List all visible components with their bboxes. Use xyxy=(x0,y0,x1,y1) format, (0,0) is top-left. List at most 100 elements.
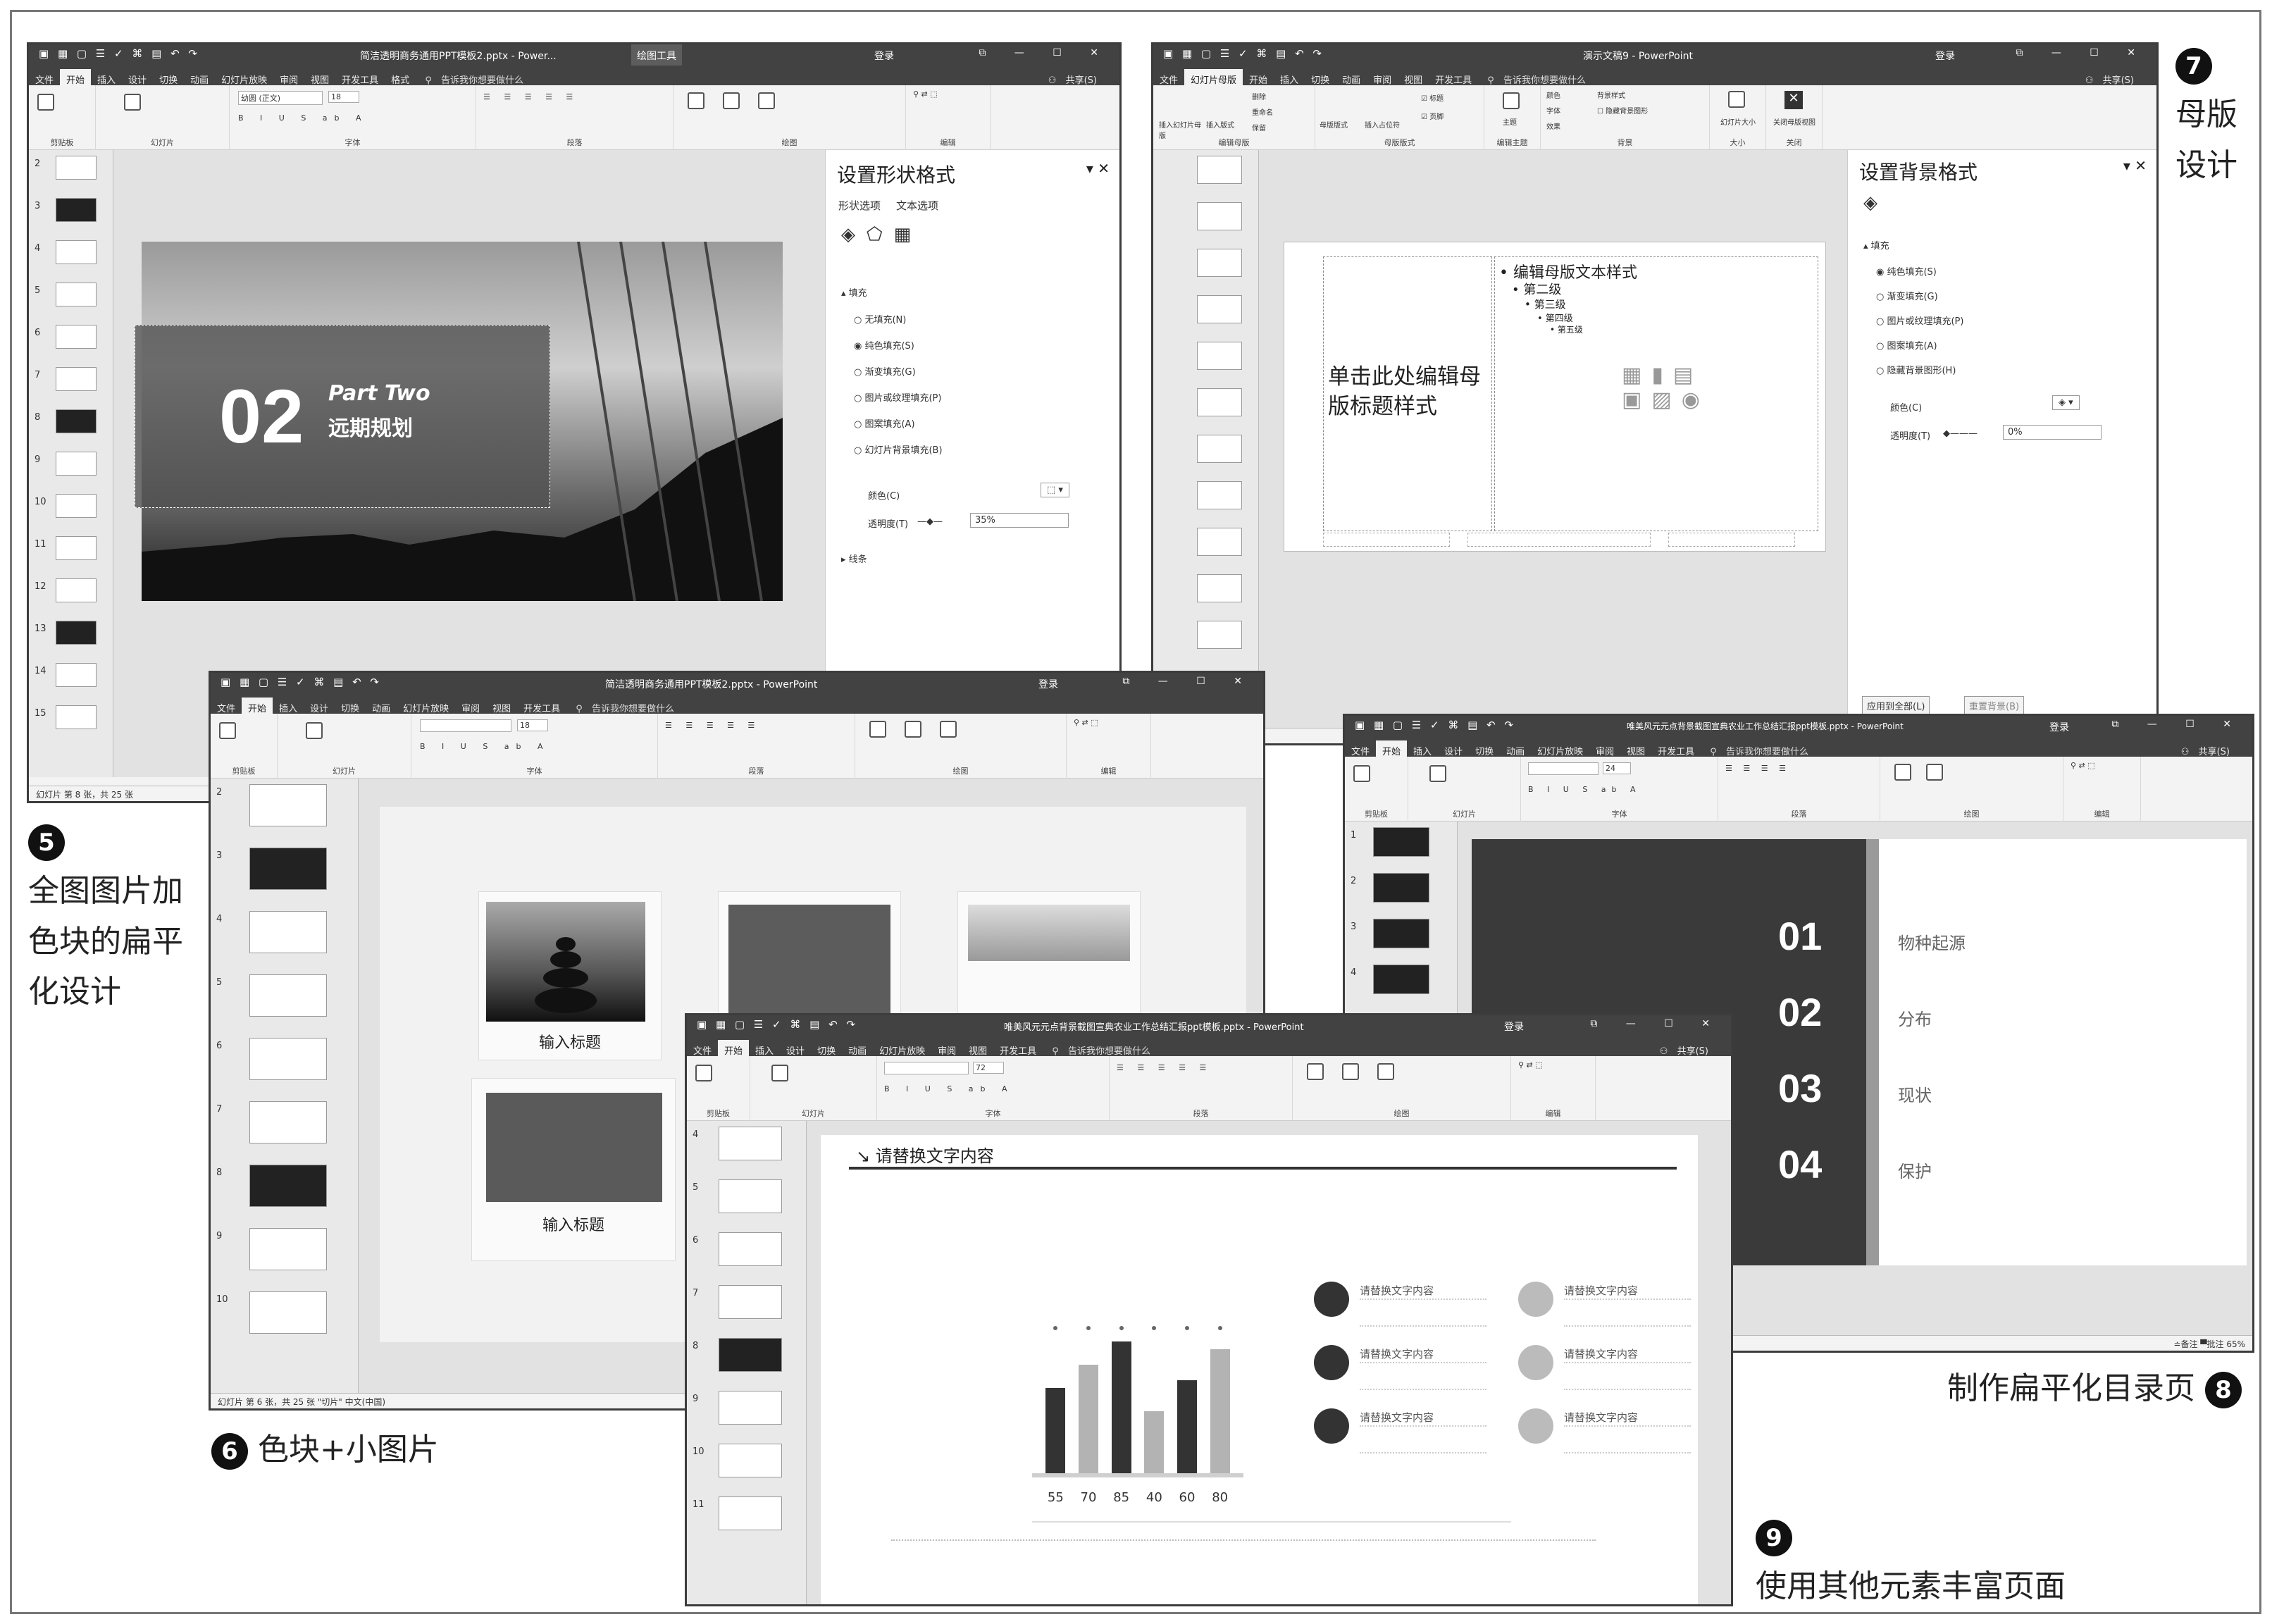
colors-button[interactable]: 颜色 xyxy=(1546,89,1560,100)
login-link[interactable]: 登录 xyxy=(1504,1019,1524,1034)
quick-styles-icon[interactable] xyxy=(758,92,775,109)
slide-thumbnail[interactable] xyxy=(249,848,327,890)
slide-thumbnail[interactable] xyxy=(1373,827,1429,857)
slide-thumbnail[interactable] xyxy=(719,1179,782,1213)
background-styles-button[interactable]: 背景样式 xyxy=(1597,89,1625,100)
line-section[interactable]: ▸ 线条 xyxy=(841,552,867,565)
slide-thumbnail[interactable] xyxy=(249,1101,327,1143)
font-size-box[interactable]: 24 xyxy=(1603,762,1631,774)
new-slide-icon[interactable] xyxy=(306,722,323,739)
paste-icon[interactable] xyxy=(695,1065,712,1081)
slide-thumbnail[interactable] xyxy=(249,1291,327,1334)
layout-thumbnail[interactable] xyxy=(1197,621,1242,649)
font-format-buttons[interactable]: B I U S ab A xyxy=(884,1084,1014,1093)
hide-bg-graphics-checkbox[interactable]: ☐ 隐藏背景图形 xyxy=(1597,105,1648,116)
fill-option[interactable]: ○ 图片或纹理填充(P) xyxy=(854,390,941,404)
paragraph-buttons[interactable]: ☰ ☰ ☰ ☰ ☰ xyxy=(483,92,578,101)
transparency-input[interactable]: 0% xyxy=(2003,425,2102,440)
window-controls[interactable]: ⧉ — ☐ ✕ xyxy=(2016,47,2148,58)
fill-icon[interactable]: ◈ xyxy=(1863,192,1877,213)
apply-all-button[interactable]: 应用到全部(L) xyxy=(1862,696,1930,715)
fill-section[interactable]: ▴ 填充 xyxy=(1863,238,1889,252)
slide-size-button[interactable]: 幻灯片大小 xyxy=(1715,116,1761,127)
window-controls[interactable]: ⧉ — ☐ ✕ xyxy=(979,47,1111,58)
paragraph-buttons[interactable]: ☰ ☰ ☰ ☰ ☰ xyxy=(665,721,760,730)
find-replace-select[interactable]: ⚲ ⇄ ⬚ xyxy=(1074,718,1098,727)
arrange-icon[interactable] xyxy=(1342,1063,1359,1080)
transparency-slider[interactable]: ◆——— xyxy=(1943,428,1978,439)
font-size-box[interactable]: 72 xyxy=(973,1062,1004,1074)
date-placeholder[interactable] xyxy=(1323,533,1450,547)
slide-thumbnail[interactable] xyxy=(56,367,97,391)
new-slide-icon[interactable] xyxy=(771,1065,788,1081)
slide-thumbnail[interactable] xyxy=(56,240,97,264)
fill-option[interactable]: ○ 隐藏背景图形(H) xyxy=(1876,363,1956,376)
theme-icon[interactable] xyxy=(1503,92,1520,109)
layout-thumbnail[interactable] xyxy=(1197,388,1242,416)
image-card[interactable] xyxy=(957,891,1141,1032)
find-replace-select[interactable]: ⚲ ⇄ ⬚ xyxy=(1518,1060,1543,1070)
rename-button[interactable]: 重命名 xyxy=(1252,106,1273,117)
layout-thumbnail[interactable] xyxy=(1197,342,1242,370)
reset-background-button[interactable]: 重置背景(B) xyxy=(1964,696,2025,715)
fill-option[interactable]: ○ 图案填充(A) xyxy=(1876,338,1937,352)
window-controls[interactable]: ⧉ — ☐ ✕ xyxy=(2111,719,2244,730)
slide-thumbnail[interactable] xyxy=(56,621,97,645)
slide-thumbnail[interactable] xyxy=(56,198,97,222)
layout-thumbnail[interactable] xyxy=(1197,435,1242,463)
slide-thumbnail[interactable] xyxy=(56,663,97,687)
slide-size-icon[interactable] xyxy=(1728,91,1745,108)
content-placeholder[interactable]: • 编辑母版文本样式 • 第二级 • 第三级 • 第四级 • 第五级 ▦▮▤ ▣▨… xyxy=(1494,256,1818,531)
slide-thumbnail[interactable] xyxy=(719,1285,782,1319)
image-card[interactable]: 输入标题 xyxy=(471,1078,676,1261)
close-master-button[interactable]: 关闭母版视图 xyxy=(1772,116,1817,127)
login-link[interactable]: 登录 xyxy=(1038,677,1058,691)
slide-thumbnail[interactable] xyxy=(719,1391,782,1425)
shapes-icon[interactable] xyxy=(688,92,704,109)
effects-button[interactable]: 效果 xyxy=(1546,120,1560,131)
title-placeholder[interactable]: 单击此处编辑母版标题样式 xyxy=(1323,256,1492,531)
slide-thumbnail[interactable] xyxy=(1373,919,1429,948)
layout-thumbnail[interactable] xyxy=(1197,156,1242,184)
slide-thumbnail[interactable] xyxy=(249,1228,327,1270)
fill-option[interactable]: ○ 渐变填充(G) xyxy=(1876,289,1938,302)
image-card[interactable]: 输入标题 xyxy=(478,891,662,1060)
arrange-icon[interactable] xyxy=(723,92,740,109)
find-replace-select[interactable]: ⚲ ⇄ ⬚ xyxy=(913,89,938,99)
slide-thumbnail[interactable] xyxy=(249,911,327,953)
paragraph-buttons[interactable]: ☰ ☰ ☰ ☰ xyxy=(1725,764,1790,773)
footer-placeholder[interactable] xyxy=(1467,533,1651,547)
find-replace-select[interactable]: ⚲ ⇄ ⬚ xyxy=(2071,761,2095,770)
layout-thumbnail[interactable] xyxy=(1197,528,1242,556)
slide-thumbnail[interactable] xyxy=(56,409,97,433)
close-master-icon[interactable]: ✕ xyxy=(1784,91,1803,109)
slide-number-placeholder[interactable] xyxy=(1668,533,1795,547)
slide-thumbnail[interactable] xyxy=(56,494,97,518)
slide-thumbnail[interactable] xyxy=(719,1496,782,1530)
quick-access-toolbar[interactable]: ▣ ▦ ▢ ☰ ✓ ⌘ ▤ ↶ ↷ xyxy=(39,47,200,60)
slide-thumbnail[interactable] xyxy=(56,325,97,349)
insert-content-icons[interactable]: ▦▮▤ ▣▨◉ xyxy=(1622,363,1710,412)
slide-thumbnail[interactable] xyxy=(56,536,97,560)
font-name-box[interactable]: 幼圆 (正文) xyxy=(238,91,323,105)
slide-thumbnail[interactable] xyxy=(719,1338,782,1372)
new-slide-icon[interactable] xyxy=(1429,765,1446,782)
quick-access-toolbar[interactable]: ▣ ▦ ▢ ☰ ✓ ⌘ ▤ ↶ ↷ xyxy=(1355,719,1516,731)
slide-thumbnail[interactable] xyxy=(249,1165,327,1207)
slide-thumbnail[interactable] xyxy=(1373,873,1429,903)
login-link[interactable]: 登录 xyxy=(874,49,894,63)
theme-button[interactable]: 主题 xyxy=(1503,116,1517,127)
slide-thumbnail[interactable] xyxy=(1373,965,1429,994)
tab-text-options[interactable]: 文本选项 xyxy=(896,198,938,213)
font-size-box[interactable]: 18 xyxy=(517,719,548,731)
color-picker[interactable]: ◈ ▾ xyxy=(2052,395,2080,410)
window-controls[interactable]: ⧉ — ☐ ✕ xyxy=(1590,1018,1722,1029)
insert-placeholder-button[interactable]: 插入占位符 xyxy=(1365,119,1400,130)
master-layout-button[interactable]: 母版版式 xyxy=(1320,119,1348,130)
slide-thumbnail[interactable] xyxy=(719,1127,782,1160)
layout-thumbnail[interactable] xyxy=(1197,481,1242,509)
delete-button[interactable]: 删除 xyxy=(1252,91,1266,101)
font-size-box[interactable]: 18 xyxy=(328,91,359,103)
fonts-button[interactable]: 字体 xyxy=(1546,105,1560,116)
layout-thumbnail[interactable] xyxy=(1197,574,1242,602)
